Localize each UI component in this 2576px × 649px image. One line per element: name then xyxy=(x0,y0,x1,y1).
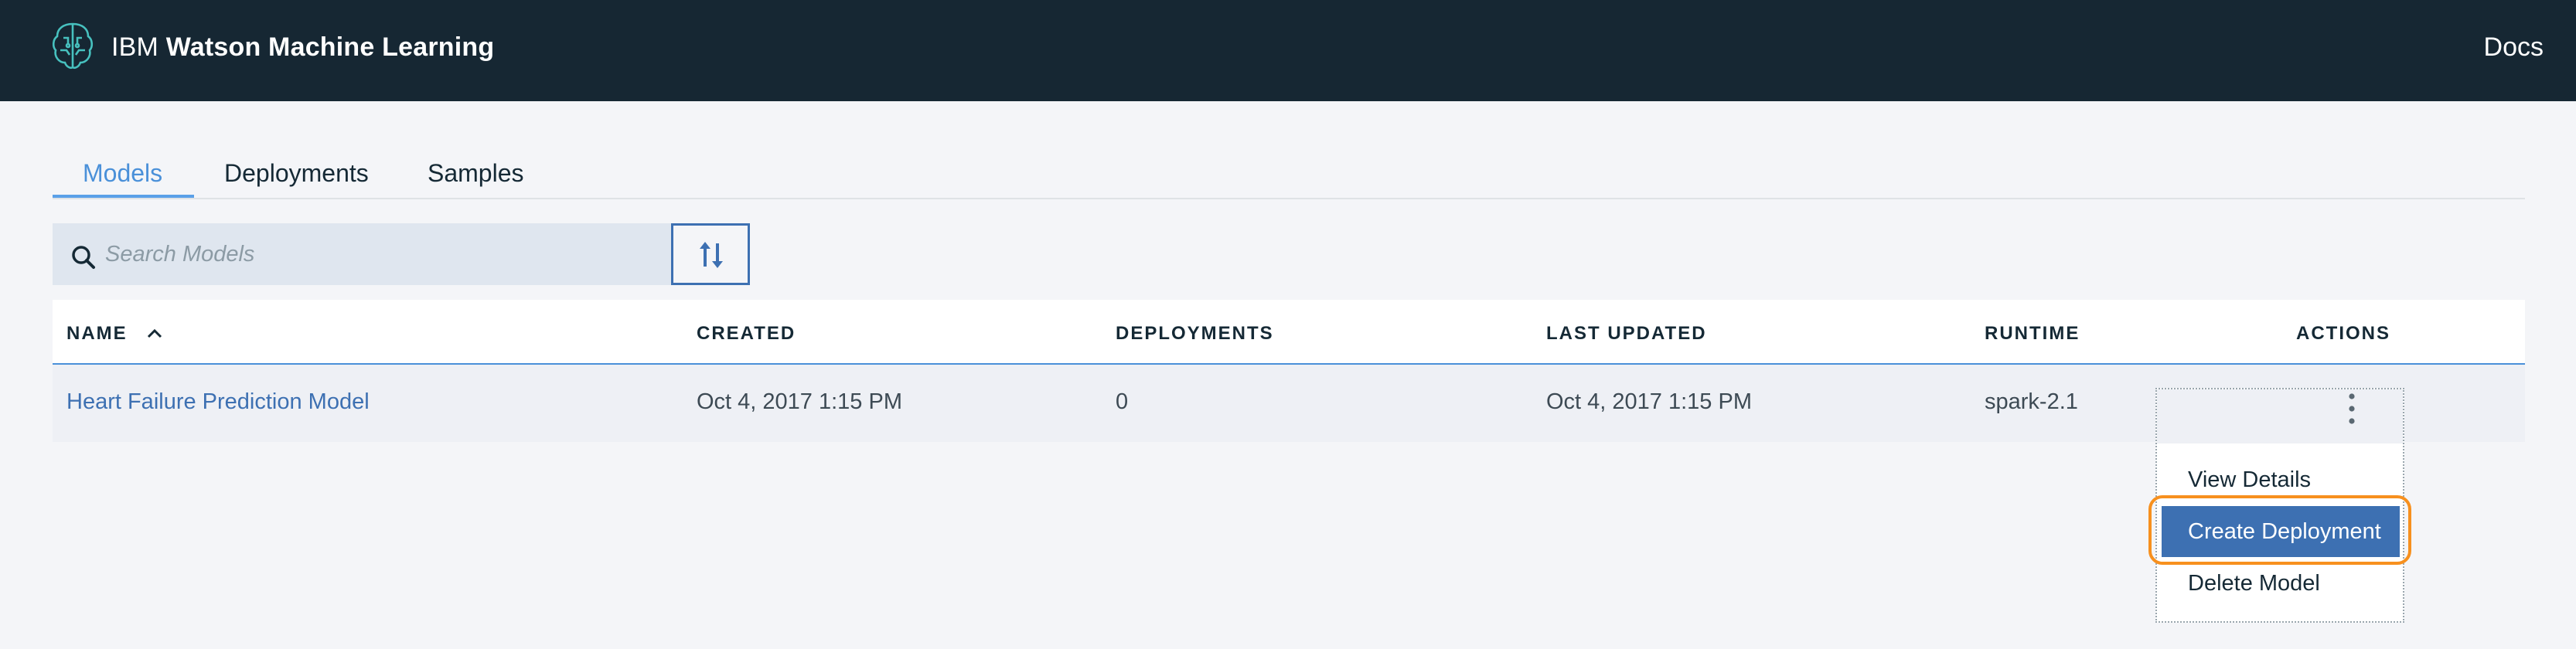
tab-deployments[interactable]: Deployments xyxy=(224,159,369,188)
menu-item-delete-model[interactable]: Delete Model xyxy=(2157,558,2403,609)
active-tab-indicator xyxy=(53,195,194,198)
menu-item-create-deployment[interactable]: Create Deployment xyxy=(2162,506,2400,557)
top-bar: IBM Watson Machine Learning Docs xyxy=(0,0,2576,101)
column-header-deployments[interactable]: DEPLOYMENTS xyxy=(1116,323,1274,345)
tab-samples[interactable]: Samples xyxy=(428,159,524,188)
deployments-cell: 0 xyxy=(1116,389,1129,414)
brand-prefix: IBM xyxy=(111,32,159,62)
column-header-runtime[interactable]: RUNTIME xyxy=(1985,323,2080,345)
docs-link[interactable]: Docs xyxy=(2484,32,2544,63)
runtime-cell: spark-2.1 xyxy=(1985,389,2078,414)
watson-brain-icon xyxy=(52,22,94,70)
table-header: NAME CREATED DEPLOYMENTS LAST UPDATED RU… xyxy=(53,300,2525,365)
overflow-menu-button[interactable] xyxy=(2157,389,2403,443)
overflow-menu: View Details Create Deployment Delete Mo… xyxy=(2155,388,2404,623)
table-row: Heart Failure Prediction Model Oct 4, 20… xyxy=(53,365,2525,442)
tab-models[interactable]: Models xyxy=(83,159,162,188)
tab-bar: Models Deployments Samples xyxy=(53,155,2525,199)
sort-button[interactable] xyxy=(671,223,750,285)
product-title: IBM Watson Machine Learning xyxy=(111,32,494,63)
model-name-link[interactable]: Heart Failure Prediction Model xyxy=(66,389,370,415)
menu-item-view-details[interactable]: View Details xyxy=(2157,454,2403,505)
kebab-menu-icon xyxy=(2349,393,2355,424)
search-input[interactable] xyxy=(105,223,662,285)
models-table: NAME CREATED DEPLOYMENTS LAST UPDATED RU… xyxy=(53,300,2525,442)
last-updated-cell: Oct 4, 2017 1:15 PM xyxy=(1546,389,1752,414)
column-header-name[interactable]: NAME xyxy=(66,323,163,345)
chevron-up-icon xyxy=(148,328,162,338)
column-header-created[interactable]: CREATED xyxy=(697,323,796,345)
search-icon xyxy=(72,246,95,269)
sort-arrows-icon xyxy=(700,242,723,268)
column-header-actions: ACTIONS xyxy=(2296,323,2390,344)
search-bar xyxy=(53,223,671,285)
created-cell: Oct 4, 2017 1:15 PM xyxy=(697,389,902,414)
column-header-last-updated[interactable]: LAST UPDATED xyxy=(1546,323,1707,345)
brand-product: Watson Machine Learning xyxy=(165,32,495,62)
